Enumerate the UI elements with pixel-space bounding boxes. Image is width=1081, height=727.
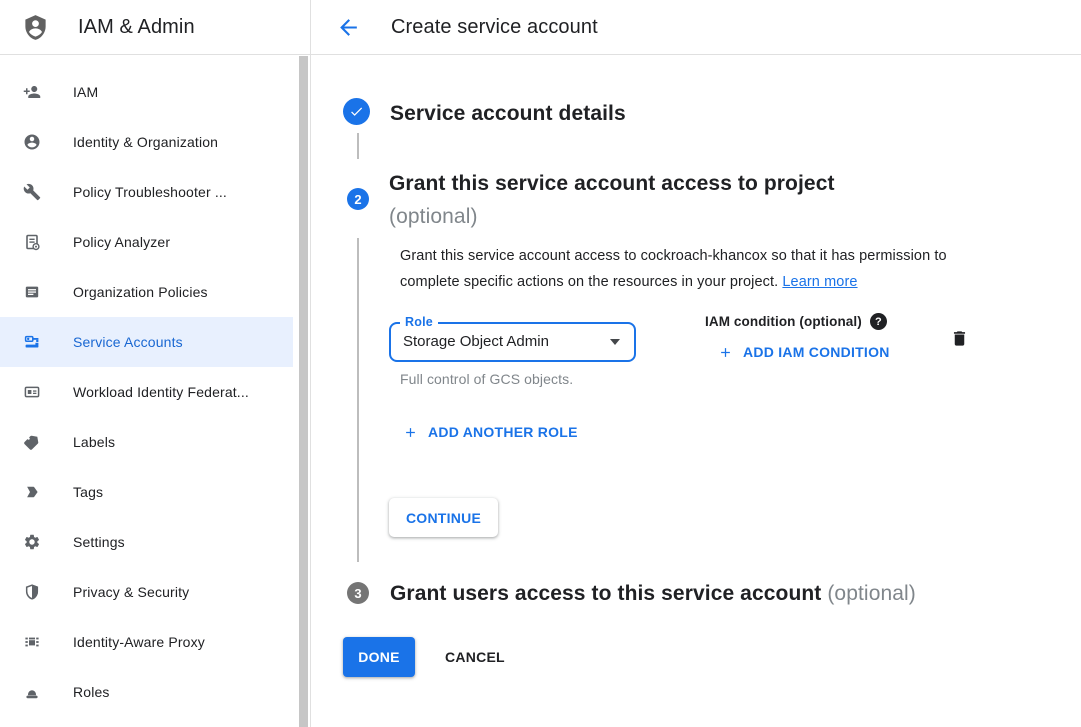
main-header: Create service account	[311, 0, 1081, 55]
sidebar-item-service-accounts[interactable]: Service Accounts	[0, 317, 293, 367]
create-service-account-form: Service account details 2 Grant this ser…	[311, 55, 1081, 727]
sidebar-item-label: Settings	[73, 534, 125, 550]
sidebar-item-settings[interactable]: Settings	[0, 517, 293, 567]
person-add-icon	[23, 83, 41, 101]
learn-more-link[interactable]: Learn more	[782, 274, 857, 290]
step2-number-badge: 2	[347, 188, 369, 210]
sidebar-item-label: Labels	[73, 434, 115, 450]
sidebar-item-labels[interactable]: Labels	[0, 417, 293, 467]
service-accounts-icon	[23, 333, 41, 351]
back-arrow-icon[interactable]	[335, 14, 361, 40]
sidebar-item-label: Service Accounts	[73, 334, 183, 350]
sidebar-title: IAM & Admin	[78, 16, 195, 39]
sidebar-item-label: Organization Policies	[73, 284, 208, 300]
sidebar-item-label: Privacy & Security	[73, 584, 189, 600]
help-icon[interactable]: ?	[870, 313, 887, 330]
sidebar-item-label: Policy Analyzer	[73, 234, 170, 250]
shield-half-icon	[23, 583, 41, 601]
step2-description: Grant this service account access to coc…	[400, 244, 992, 295]
dropdown-arrow-icon	[610, 339, 620, 345]
role-selected-value: Storage Object Admin	[403, 324, 549, 360]
sidebar-item-privacy-security[interactable]: Privacy & Security	[0, 567, 293, 617]
account-circle-icon	[23, 133, 41, 151]
sidebar-item-identity-aware-proxy[interactable]: Identity-Aware Proxy	[0, 617, 293, 667]
done-button[interactable]: DONE	[343, 637, 415, 677]
sidebar-nav: IAM Identity & Organization Policy Troub…	[0, 67, 293, 717]
label-icon	[23, 433, 41, 451]
roles-hat-icon	[23, 683, 41, 701]
wrench-icon	[23, 183, 41, 201]
sidebar-item-identity-organization[interactable]: Identity & Organization	[0, 117, 293, 167]
sidebar-header: IAM & Admin	[0, 0, 310, 55]
proxy-icon	[23, 633, 41, 651]
sidebar-item-label: Identity-Aware Proxy	[73, 634, 205, 650]
role-helper-text: Full control of GCS objects.	[400, 371, 573, 387]
plus-icon	[718, 345, 733, 360]
sidebar-item-tags[interactable]: Tags	[0, 467, 293, 517]
add-another-role-button[interactable]: ADD ANOTHER ROLE	[403, 424, 578, 440]
add-iam-condition-button[interactable]: ADD IAM CONDITION	[718, 344, 890, 360]
iam-condition-header: IAM condition (optional) ?	[705, 313, 887, 330]
sidebar-item-workload-identity-federation[interactable]: Workload Identity Federat...	[0, 367, 293, 417]
page-title: Create service account	[391, 16, 598, 39]
plus-icon	[403, 425, 418, 440]
role-select[interactable]: Role Storage Object Admin	[389, 322, 636, 362]
workload-identity-icon	[23, 383, 41, 401]
sidebar-item-policy-troubleshooter[interactable]: Policy Troubleshooter ...	[0, 167, 293, 217]
step3-title: Grant users access to this service accou…	[390, 580, 916, 607]
main-panel: Create service account Service account d…	[311, 0, 1081, 727]
step-connector	[357, 238, 359, 562]
sidebar-item-iam[interactable]: IAM	[0, 67, 293, 117]
sidebar-item-label: IAM	[73, 84, 98, 100]
iam-condition-label: IAM condition (optional)	[705, 314, 862, 329]
continue-button[interactable]: CONTINUE	[389, 498, 498, 537]
sidebar-item-roles[interactable]: Roles	[0, 667, 293, 717]
gear-icon	[23, 533, 41, 551]
step2-optional-label: (optional)	[389, 205, 478, 228]
org-policies-icon	[23, 283, 41, 301]
iam-admin-shield-icon	[22, 14, 49, 41]
sidebar-item-organization-policies[interactable]: Organization Policies	[0, 267, 293, 317]
step3-number-badge: 3	[347, 582, 369, 604]
sidebar-item-policy-analyzer[interactable]: Policy Analyzer	[0, 217, 293, 267]
sidebar-item-label: Policy Troubleshooter ...	[73, 184, 227, 200]
tag-icon	[23, 483, 41, 501]
sidebar-item-label: Tags	[73, 484, 103, 500]
gcp-console-app: IAM & Admin IAM Identity & Organization	[0, 0, 1081, 727]
step3-optional-label: (optional)	[827, 582, 916, 605]
iam-admin-sidebar: IAM & Admin IAM Identity & Organization	[0, 0, 311, 727]
sidebar-item-label: Roles	[73, 684, 110, 700]
step-connector	[357, 133, 359, 159]
sidebar-item-label: Workload Identity Federat...	[73, 384, 249, 400]
step2-title: Grant this service account access to pro…	[389, 167, 835, 233]
delete-role-trash-icon[interactable]	[948, 326, 970, 350]
sidebar-item-label: Identity & Organization	[73, 134, 218, 150]
policy-analyzer-icon	[23, 233, 41, 251]
step1-complete-check-icon	[343, 98, 370, 125]
sidebar-scrollbar[interactable]	[299, 56, 308, 727]
step1-title: Service account details	[390, 100, 626, 127]
cancel-button[interactable]: CANCEL	[445, 637, 505, 677]
